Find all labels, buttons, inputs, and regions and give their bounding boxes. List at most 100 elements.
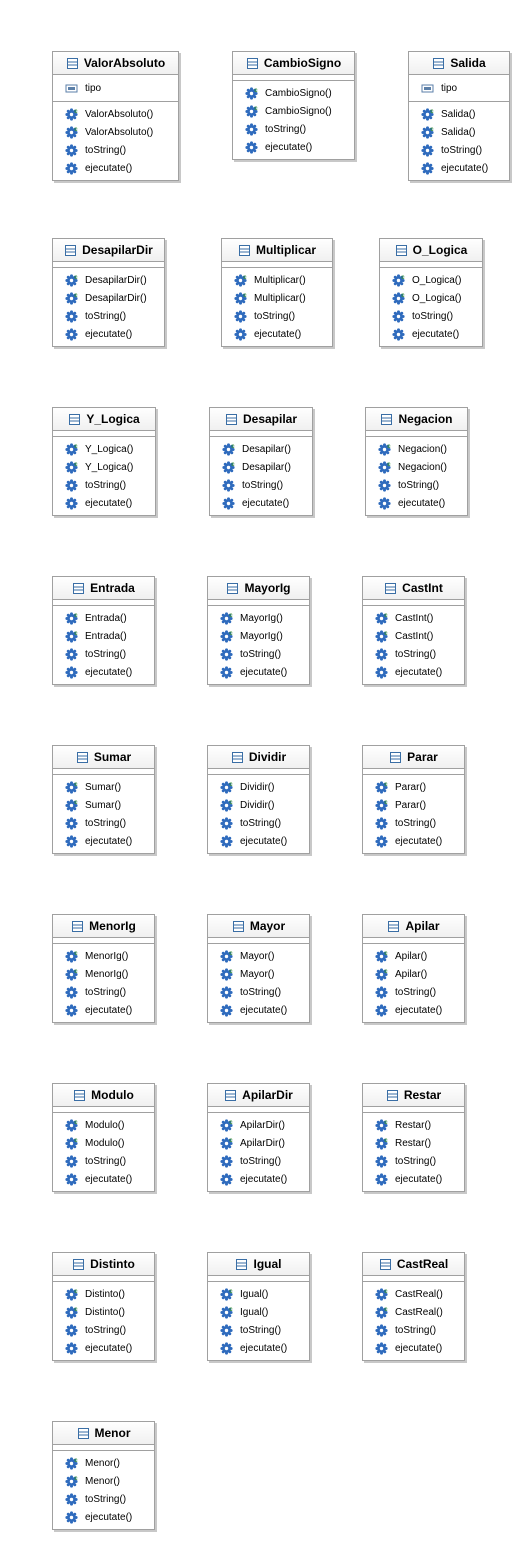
method-label: ejecutate() — [85, 1511, 133, 1523]
svg-text:c: c — [229, 800, 233, 806]
class-box[interactable]: Apilar c Apilar() c Apilar() toString() ejecut… — [362, 914, 465, 1023]
method-gear-icon — [375, 1172, 388, 1186]
class-header: Parar — [363, 746, 464, 769]
method-gear-icon — [65, 1492, 78, 1506]
constructor-gear-icon: c — [378, 460, 391, 474]
method-label: ejecutate() — [242, 497, 290, 509]
class-box[interactable]: MayorIg c MayorIg() c MayorIg() toString() eje… — [207, 576, 310, 685]
method-label: toString() — [242, 479, 284, 491]
constructor-gear-icon: c — [65, 125, 78, 139]
class-header: Distinto — [53, 1253, 154, 1276]
method-row: ejecutate() — [65, 1508, 154, 1526]
method-gear-icon — [65, 665, 78, 679]
class-box[interactable]: CastInt c CastInt() c CastInt() toString() eje… — [362, 576, 465, 685]
class-box[interactable]: DesapilarDir c DesapilarDir() c DesapilarDir… — [52, 238, 165, 347]
class-icon — [68, 413, 81, 426]
method-label: toString() — [240, 1324, 282, 1336]
class-box[interactable]: CastReal c CastReal() c CastReal() toString()… — [362, 1252, 465, 1361]
method-label: ValorAbsoluto() — [85, 108, 154, 120]
class-box[interactable]: Parar c Parar() c Parar() toString() ejecutate… — [362, 745, 465, 854]
method-label: ejecutate() — [85, 1342, 133, 1354]
class-name: Negacion — [398, 412, 453, 426]
constructor-gear-icon: c — [375, 780, 388, 794]
class-box[interactable]: Y_Logica c Y_Logica() c Y_Logica() toString()… — [52, 407, 156, 516]
class-box[interactable]: Distinto c Distinto() c Distinto() toString()… — [52, 1252, 155, 1361]
method-row: toString() — [392, 307, 482, 325]
svg-text:c: c — [384, 1120, 388, 1126]
class-box[interactable]: Restar c Restar() c Restar() toString() ejecut… — [362, 1083, 465, 1192]
class-name: DesapilarDir — [82, 243, 153, 257]
class-name: ValorAbsoluto — [83, 56, 166, 70]
svg-text:c: c — [229, 1138, 233, 1144]
method-gear-icon — [375, 816, 388, 830]
constructor-gear-icon: c — [220, 1305, 233, 1319]
method-gear-icon — [65, 143, 78, 157]
class-name: Parar — [407, 750, 438, 764]
class-box[interactable]: CambioSigno c CambioSigno() c CambioSigno() t… — [232, 51, 355, 160]
method-label: toString() — [395, 1155, 437, 1167]
class-box[interactable]: Igual c Igual() c Igual() toString() ejecutate… — [207, 1252, 310, 1361]
constructor-gear-icon: c — [234, 291, 247, 305]
method-section: c Dividir() c Dividir() toString() ejecutate(… — [208, 775, 309, 853]
method-label: MayorIg() — [240, 612, 283, 624]
class-box[interactable]: Desapilar c Desapilar() c Desapilar() toStrin… — [209, 407, 313, 516]
class-icon — [71, 920, 84, 933]
constructor-row: c Entrada() — [65, 627, 154, 645]
constructor-gear-icon: c — [222, 460, 235, 474]
method-gear-icon — [220, 1341, 233, 1355]
method-label: Restar() — [395, 1137, 432, 1149]
class-icon — [246, 57, 259, 70]
method-section: c Modulo() c Modulo() toString() ejecutate() — [53, 1113, 154, 1191]
method-gear-icon — [375, 1323, 388, 1337]
method-label: Apilar() — [395, 950, 428, 962]
class-name: ApilarDir — [242, 1088, 293, 1102]
method-label: ejecutate() — [240, 1342, 288, 1354]
constructor-row: c Sumar() — [65, 796, 154, 814]
constructor-gear-icon: c — [65, 442, 78, 456]
method-section: c Desapilar() c Desapilar() toString() ejecut… — [210, 437, 312, 515]
class-box[interactable]: Mayor c Mayor() c Mayor() toString() ejecutate… — [207, 914, 310, 1023]
class-box[interactable]: ApilarDir c ApilarDir() c ApilarDir() toStrin… — [207, 1083, 310, 1192]
class-icon — [232, 920, 245, 933]
svg-text:c: c — [384, 969, 388, 975]
method-label: ejecutate() — [240, 1173, 288, 1185]
class-header: Y_Logica — [53, 408, 155, 431]
svg-text:c: c — [254, 106, 258, 112]
class-box[interactable]: Multiplicar c Multiplicar() c Multiplicar() t… — [221, 238, 333, 347]
class-box[interactable]: Salida tipo c Salida() c Salida() toString() ej… — [408, 51, 510, 181]
method-section: c Salida() c Salida() toString() ejecutate() — [409, 102, 509, 180]
constructor-row: c ApilarDir() — [220, 1134, 309, 1152]
class-header: Menor — [53, 1422, 154, 1445]
method-label: Apilar() — [395, 968, 428, 980]
method-gear-icon — [220, 834, 233, 848]
class-box[interactable]: Menor c Menor() c Menor() toString() ejecutate… — [52, 1421, 155, 1530]
method-row: toString() — [245, 120, 354, 138]
method-label: Mayor() — [240, 968, 275, 980]
class-box[interactable]: Entrada c Entrada() c Entrada() toString() eje… — [52, 576, 155, 685]
constructor-row: c Desapilar() — [222, 440, 312, 458]
method-label: Y_Logica() — [85, 443, 134, 455]
constructor-row: c Desapilar() — [222, 458, 312, 476]
svg-text:c: c — [231, 462, 235, 468]
method-section: c O_Logica() c O_Logica() toString() ejecutat… — [380, 268, 482, 346]
method-label: Menor() — [85, 1475, 121, 1487]
constructor-gear-icon: c — [65, 1118, 78, 1132]
svg-text:c: c — [229, 613, 233, 619]
class-header: Apilar — [363, 915, 464, 938]
method-section: c Menor() c Menor() toString() ejecutate() — [53, 1451, 154, 1529]
constructor-row: c Apilar() — [375, 965, 464, 983]
class-box[interactable]: Dividir c Dividir() c Dividir() toString() eje… — [207, 745, 310, 854]
class-box[interactable]: Negacion c Negacion() c Negacion() toString()… — [365, 407, 468, 516]
class-box[interactable]: ValorAbsoluto tipo c ValorAbsoluto() c ValorA… — [52, 51, 179, 181]
method-label: toString() — [240, 1155, 282, 1167]
class-box[interactable]: MenorIg c MenorIg() c MenorIg() toString() eje… — [52, 914, 155, 1023]
class-name: Dividir — [248, 750, 287, 764]
class-box[interactable]: Sumar c Sumar() c Sumar() toString() ejecutate… — [52, 745, 155, 854]
method-label: Negacion() — [398, 443, 447, 455]
method-gear-icon — [220, 985, 233, 999]
constructor-row: c Entrada() — [65, 609, 154, 627]
method-label: toString() — [240, 986, 282, 998]
class-box[interactable]: Modulo c Modulo() c Modulo() toString() ejecut… — [52, 1083, 155, 1192]
svg-text:c: c — [387, 462, 391, 468]
class-box[interactable]: O_Logica c O_Logica() c O_Logica() toString()… — [379, 238, 483, 347]
